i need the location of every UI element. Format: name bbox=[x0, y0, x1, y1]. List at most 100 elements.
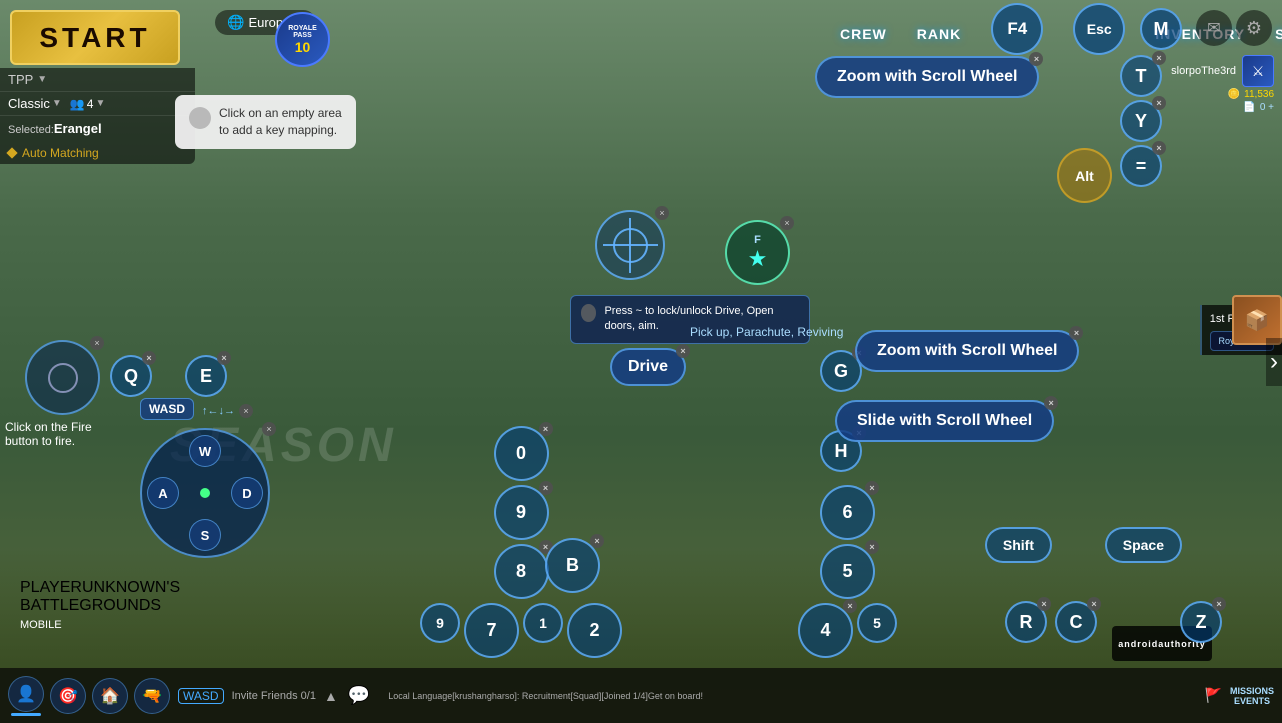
c-label: C bbox=[1070, 612, 1083, 633]
shop-button[interactable]: SHOP bbox=[1275, 26, 1282, 42]
mail-button[interactable]: ✉ bbox=[1196, 10, 1232, 46]
tab-key-button[interactable]: WASD bbox=[178, 688, 224, 704]
wasd-label[interactable]: WASD bbox=[140, 398, 194, 420]
wasd-circle-close[interactable]: × bbox=[262, 422, 276, 436]
wasd-container: WASD ↑←↓→ × W A S D × bbox=[140, 398, 270, 558]
c-key-close[interactable]: × bbox=[1087, 597, 1101, 611]
b-key-container: B × bbox=[545, 538, 600, 593]
num-0-label: 0 bbox=[516, 443, 526, 464]
num-0-close[interactable]: × bbox=[539, 422, 553, 436]
num-4-close[interactable]: × bbox=[843, 599, 857, 613]
r-key[interactable]: R × bbox=[1005, 601, 1047, 643]
friends-expand-button[interactable]: ▲ bbox=[324, 688, 338, 704]
num-0-key[interactable]: 0 × bbox=[494, 426, 549, 481]
zoom-mid-label: Zoom with Scroll Wheel bbox=[877, 342, 1057, 359]
alt-key[interactable]: Alt bbox=[1057, 148, 1112, 203]
m-key[interactable]: M bbox=[1140, 8, 1182, 50]
rank-button[interactable]: RANK bbox=[917, 26, 961, 42]
esc-key[interactable]: Esc bbox=[1073, 3, 1125, 55]
num-1-key[interactable]: 1 bbox=[523, 603, 563, 643]
num-9b-key[interactable]: 9 bbox=[420, 603, 460, 643]
num-5a-key[interactable]: 5 × bbox=[820, 544, 875, 599]
shift-key[interactable]: Shift bbox=[985, 527, 1052, 563]
equals-key-close[interactable]: × bbox=[1152, 141, 1166, 155]
num-5a-close[interactable]: × bbox=[865, 540, 879, 554]
wasd-center bbox=[200, 488, 210, 498]
num-9a-label: 9 bbox=[516, 502, 526, 523]
auto-matching-row[interactable]: Auto Matching bbox=[0, 142, 195, 164]
y-key[interactable]: Y × bbox=[1120, 100, 1162, 142]
y-key-close[interactable]: × bbox=[1152, 96, 1166, 110]
z-key[interactable]: Z × bbox=[1180, 601, 1222, 643]
invite-button[interactable]: 👤 bbox=[8, 676, 44, 716]
f-star-button[interactable]: F ★ × bbox=[725, 220, 790, 285]
slide-button[interactable]: Slide with Scroll Wheel × bbox=[835, 400, 1054, 442]
a-key[interactable]: A bbox=[147, 477, 179, 509]
q-key[interactable]: Q × bbox=[110, 355, 152, 397]
num-7-key[interactable]: 7 bbox=[464, 603, 519, 658]
map-row: Selected:Erangel bbox=[0, 116, 195, 142]
num-9a-close[interactable]: × bbox=[539, 481, 553, 495]
num-5b-key[interactable]: 5 bbox=[857, 603, 897, 643]
b-close[interactable]: × bbox=[590, 534, 604, 548]
training-button[interactable]: 🎯 bbox=[50, 678, 86, 714]
c-key[interactable]: C × bbox=[1055, 601, 1097, 643]
settings-button[interactable]: ⚙ bbox=[1236, 10, 1272, 46]
start-button[interactable]: START bbox=[10, 10, 180, 65]
t-key-close[interactable]: × bbox=[1152, 51, 1166, 65]
z-key-close[interactable]: × bbox=[1212, 597, 1226, 611]
flag-button[interactable]: 🚩 bbox=[1197, 687, 1230, 704]
fire-text: Click on the Fire button to fire. bbox=[5, 420, 92, 448]
d-key[interactable]: D bbox=[231, 477, 263, 509]
f-star-close[interactable]: × bbox=[780, 216, 794, 230]
slide-label: Slide with Scroll Wheel bbox=[857, 412, 1032, 429]
zoom-mid-button[interactable]: Zoom with Scroll Wheel × bbox=[855, 330, 1079, 372]
t-label: T bbox=[1136, 66, 1147, 87]
wasd-joystick[interactable]: W A S D bbox=[140, 428, 270, 558]
add-mapping-tooltip: Click on an empty area to add a key mapp… bbox=[175, 95, 356, 149]
drive-close[interactable]: × bbox=[676, 344, 690, 358]
num-cluster-right: 6 × 5 × 4 × 5 bbox=[798, 485, 897, 658]
q-key-close[interactable]: × bbox=[142, 351, 156, 365]
num-6-key[interactable]: 6 × bbox=[820, 485, 875, 540]
chat-icon[interactable]: 💬 bbox=[338, 685, 380, 706]
invite-friends-label: Invite Friends bbox=[232, 690, 298, 702]
equals-key[interactable]: = × bbox=[1120, 145, 1162, 187]
room-button[interactable]: 🏠 bbox=[92, 678, 128, 714]
w-key[interactable]: W bbox=[189, 435, 221, 467]
diamond-icon bbox=[6, 147, 17, 158]
b-label: B bbox=[566, 555, 579, 576]
aim-close[interactable]: × bbox=[90, 336, 104, 350]
classic-label: Classic bbox=[8, 96, 50, 111]
b-key[interactable]: B × bbox=[545, 538, 600, 593]
tpp-row[interactable]: TPP ▼ bbox=[0, 68, 195, 92]
mode-row[interactable]: Classic ▼ 👥 4 ▼ bbox=[0, 92, 195, 116]
tab-indicator bbox=[11, 713, 41, 716]
events-label: EVENTS bbox=[1234, 696, 1270, 706]
crosshair-button[interactable]: × bbox=[595, 210, 665, 280]
r-key-close[interactable]: × bbox=[1037, 597, 1051, 611]
pubg-logo-text: PLAYERUNKNOWN'SBATTLEGROUNDSMOBILE bbox=[20, 579, 160, 633]
drive-label: Drive bbox=[628, 358, 668, 375]
num-9a-key[interactable]: 9 × bbox=[494, 485, 549, 540]
num-4-key[interactable]: 4 × bbox=[798, 603, 853, 658]
num-8-key[interactable]: 8 × bbox=[494, 544, 549, 599]
expand-right-button[interactable]: › bbox=[1266, 338, 1282, 386]
crew-button[interactable]: CREW bbox=[840, 26, 887, 42]
drive-button[interactable]: Drive × bbox=[610, 348, 686, 386]
missions-button[interactable]: MISSIONS EVENTS bbox=[1230, 686, 1274, 706]
aim-button[interactable]: × bbox=[25, 340, 100, 415]
e-key[interactable]: E × bbox=[185, 355, 227, 397]
num-6-close[interactable]: × bbox=[865, 481, 879, 495]
t-key[interactable]: T × bbox=[1120, 55, 1162, 97]
space-key[interactable]: Space bbox=[1105, 527, 1182, 563]
e-key-close[interactable]: × bbox=[217, 351, 231, 365]
user-name: slorpoThe3rd bbox=[1171, 65, 1236, 77]
zoom-top-button[interactable]: Zoom with Scroll Wheel × bbox=[815, 56, 1039, 98]
wasd-close[interactable]: × bbox=[239, 404, 253, 418]
f4-key[interactable]: F4 bbox=[991, 3, 1043, 55]
armory-button[interactable]: 🔫 bbox=[134, 678, 170, 714]
num-2-key[interactable]: 2 bbox=[567, 603, 622, 658]
s-key[interactable]: S bbox=[189, 519, 221, 551]
crosshair-close[interactable]: × bbox=[655, 206, 669, 220]
